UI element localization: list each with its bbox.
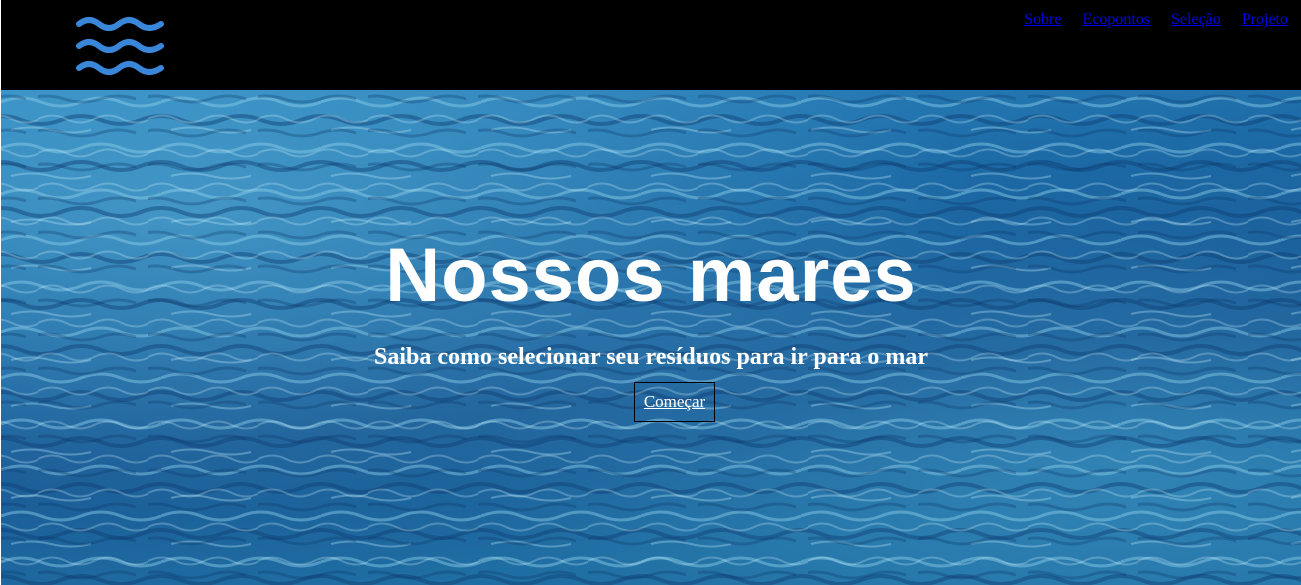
start-button[interactable]: Começar [634, 382, 715, 422]
nav-link-sobre[interactable]: Sobre [1024, 10, 1061, 30]
hero-subtitle: Saiba como selecionar seu resíduos para … [374, 344, 928, 370]
hero-content: Nossos mares Saiba como selecionar seu r… [1, 90, 1301, 585]
site-header: Sobre Ecopontos Seleção Projeto [1, 0, 1301, 90]
nav-link-projeto[interactable]: Projeto [1242, 10, 1288, 30]
page: Sobre Ecopontos Seleção Projeto Nossos m… [0, 0, 1301, 585]
nav-link-selecao[interactable]: Seleção [1171, 10, 1221, 30]
nav-link-ecopontos[interactable]: Ecopontos [1082, 10, 1150, 30]
hero-title: Nossos mares [385, 233, 917, 318]
main-nav: Sobre Ecopontos Seleção Projeto [1024, 10, 1288, 30]
waves-icon[interactable] [75, 16, 167, 84]
hero-section: Nossos mares Saiba como selecionar seu r… [1, 90, 1301, 585]
